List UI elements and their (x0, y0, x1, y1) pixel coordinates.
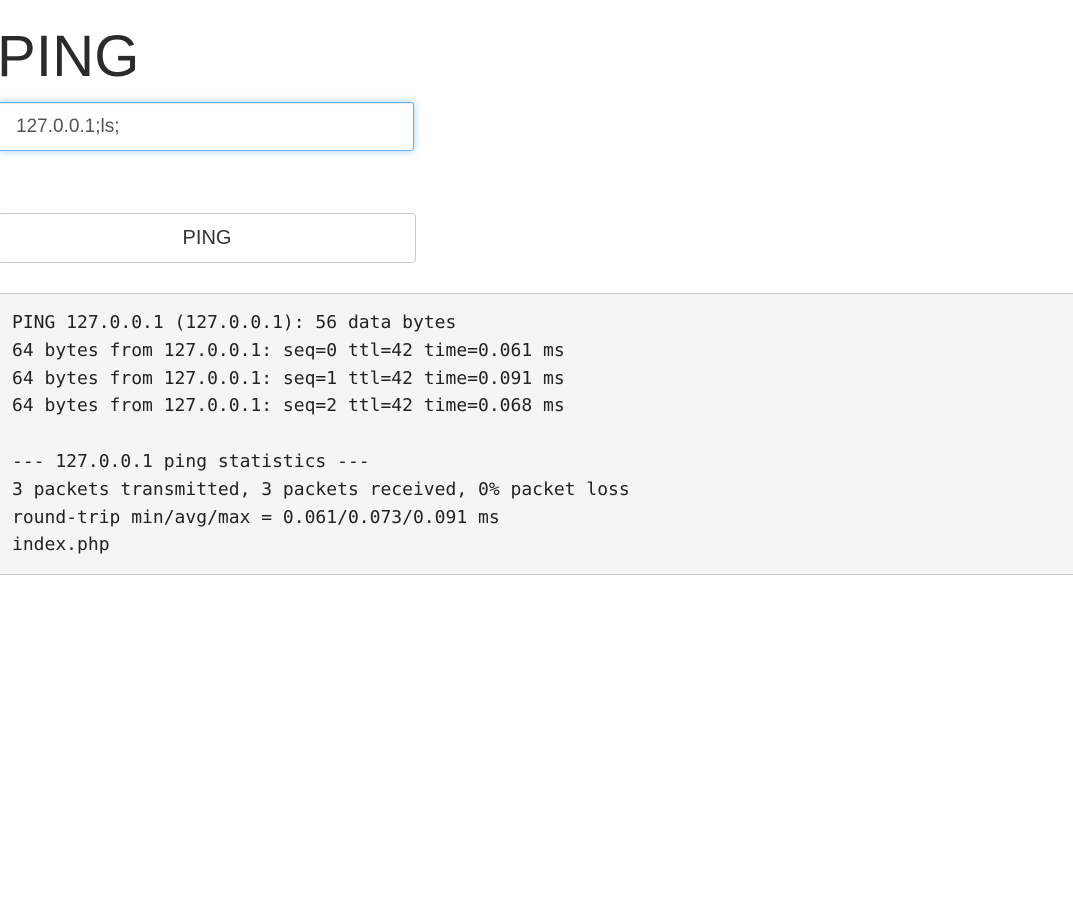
ping-button[interactable]: PING (0, 213, 416, 263)
host-input[interactable] (0, 102, 414, 151)
ping-output: PING 127.0.0.1 (127.0.0.1): 56 data byte… (0, 293, 1073, 575)
page-title: PING (0, 24, 140, 89)
